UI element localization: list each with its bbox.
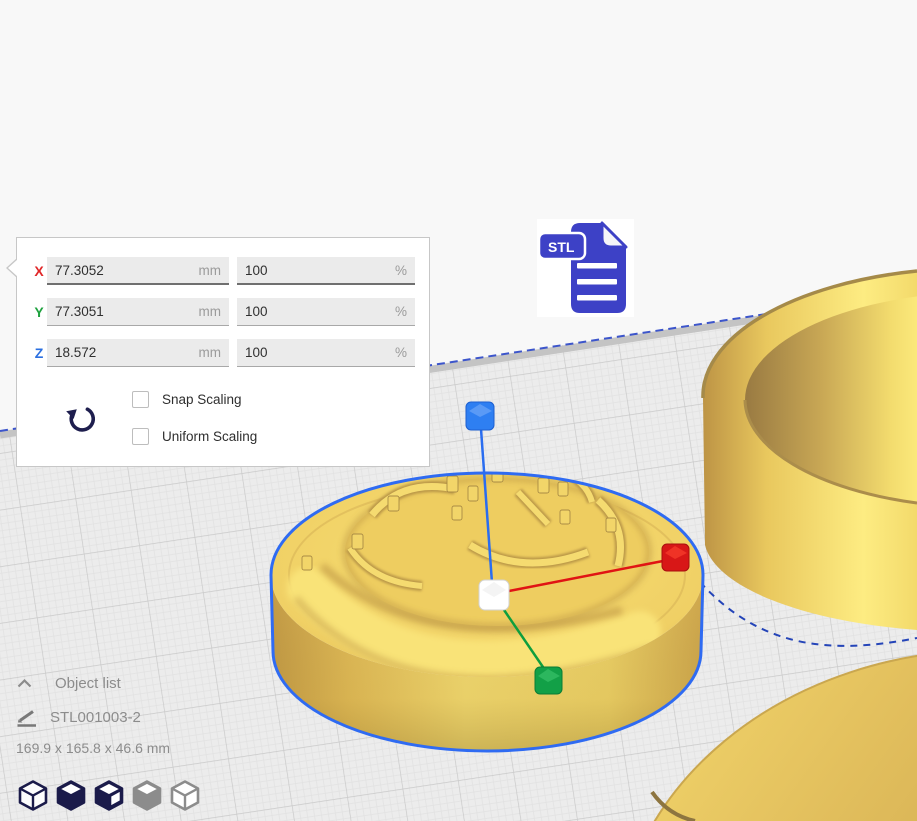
scale-x-percent-unit: %	[395, 263, 407, 278]
scale-row-z: Z 18.572 mm 100 %	[17, 339, 429, 367]
stl-file-icon[interactable]: STL	[537, 219, 634, 317]
axis-y-label: Y	[31, 304, 47, 320]
cube-gray-wireframe-icon[interactable]	[170, 779, 200, 812]
scale-y-percent-unit: %	[395, 304, 407, 319]
scale-y-percent-value: 100	[245, 304, 268, 319]
uniform-scaling-row: Uniform Scaling	[132, 428, 257, 445]
scale-x-mm-value: 77.3052	[55, 263, 104, 278]
stl-badge-label: STL	[548, 239, 575, 255]
scale-y-mm-input[interactable]: 77.3051 mm	[47, 298, 229, 326]
gizmo-x-handle[interactable]	[662, 544, 689, 571]
scale-tool-panel: X 77.3052 mm 100 % Y 77.3051 mm 100 % Z …	[16, 237, 430, 467]
gizmo-center-handle[interactable]	[479, 580, 509, 610]
object-list-title: Object list	[55, 675, 121, 692]
scale-x-mm-input[interactable]: 77.3052 mm	[47, 257, 229, 285]
scale-x-mm-unit: mm	[199, 263, 222, 278]
scale-x-percent-value: 100	[245, 263, 268, 278]
object-list-panel: Object list STL001003-2 169.9 x 165.8 x …	[16, 672, 276, 756]
snap-scaling-row: Snap Scaling	[132, 391, 242, 408]
gizmo-y-handle[interactable]	[535, 667, 562, 694]
gizmo-z-handle[interactable]	[466, 402, 494, 430]
cube-open-side-icon[interactable]	[94, 779, 124, 812]
scale-row-y: Y 77.3051 mm 100 %	[17, 298, 429, 326]
cura-viewport: { "scale_panel": { "rows": [ {"axis":"X"…	[0, 0, 917, 821]
scale-x-percent-input[interactable]: 100 %	[237, 257, 415, 285]
scale-z-mm-input[interactable]: 18.572 mm	[47, 339, 229, 367]
model-dimensions: 169.9 x 165.8 x 46.6 mm	[16, 740, 276, 756]
cube-gray-top-open-icon[interactable]	[132, 779, 162, 812]
scale-z-percent-value: 100	[245, 345, 268, 360]
object-list-item[interactable]: STL001003-2	[16, 706, 276, 728]
chevron-up-icon	[16, 678, 33, 689]
object-list-header[interactable]: Object list	[16, 672, 276, 694]
scale-z-mm-value: 18.572	[55, 345, 96, 360]
snap-scaling-checkbox[interactable]	[132, 391, 149, 408]
axis-z-label: Z	[31, 345, 47, 361]
cube-solid-top-open-icon[interactable]	[56, 779, 86, 812]
cube-wireframe-icon[interactable]	[18, 779, 48, 812]
scale-z-percent-input[interactable]: 100 %	[237, 339, 415, 367]
object-list-item-name: STL001003-2	[50, 709, 141, 726]
snap-scaling-label: Snap Scaling	[162, 392, 242, 407]
axis-x-label: X	[31, 263, 47, 279]
reset-scale-button[interactable]	[65, 401, 99, 437]
scale-y-percent-input[interactable]: 100 %	[237, 298, 415, 326]
pencil-icon	[16, 708, 38, 727]
mesh-type-toolbar	[18, 779, 200, 812]
uniform-scaling-label: Uniform Scaling	[162, 429, 257, 444]
reset-rotate-ccw-icon	[65, 401, 99, 437]
scale-z-percent-unit: %	[395, 345, 407, 360]
uniform-scaling-checkbox[interactable]	[132, 428, 149, 445]
scale-y-mm-value: 77.3051	[55, 304, 104, 319]
scale-row-x: X 77.3052 mm 100 %	[17, 257, 429, 285]
scale-z-mm-unit: mm	[199, 345, 222, 360]
scale-y-mm-unit: mm	[199, 304, 222, 319]
